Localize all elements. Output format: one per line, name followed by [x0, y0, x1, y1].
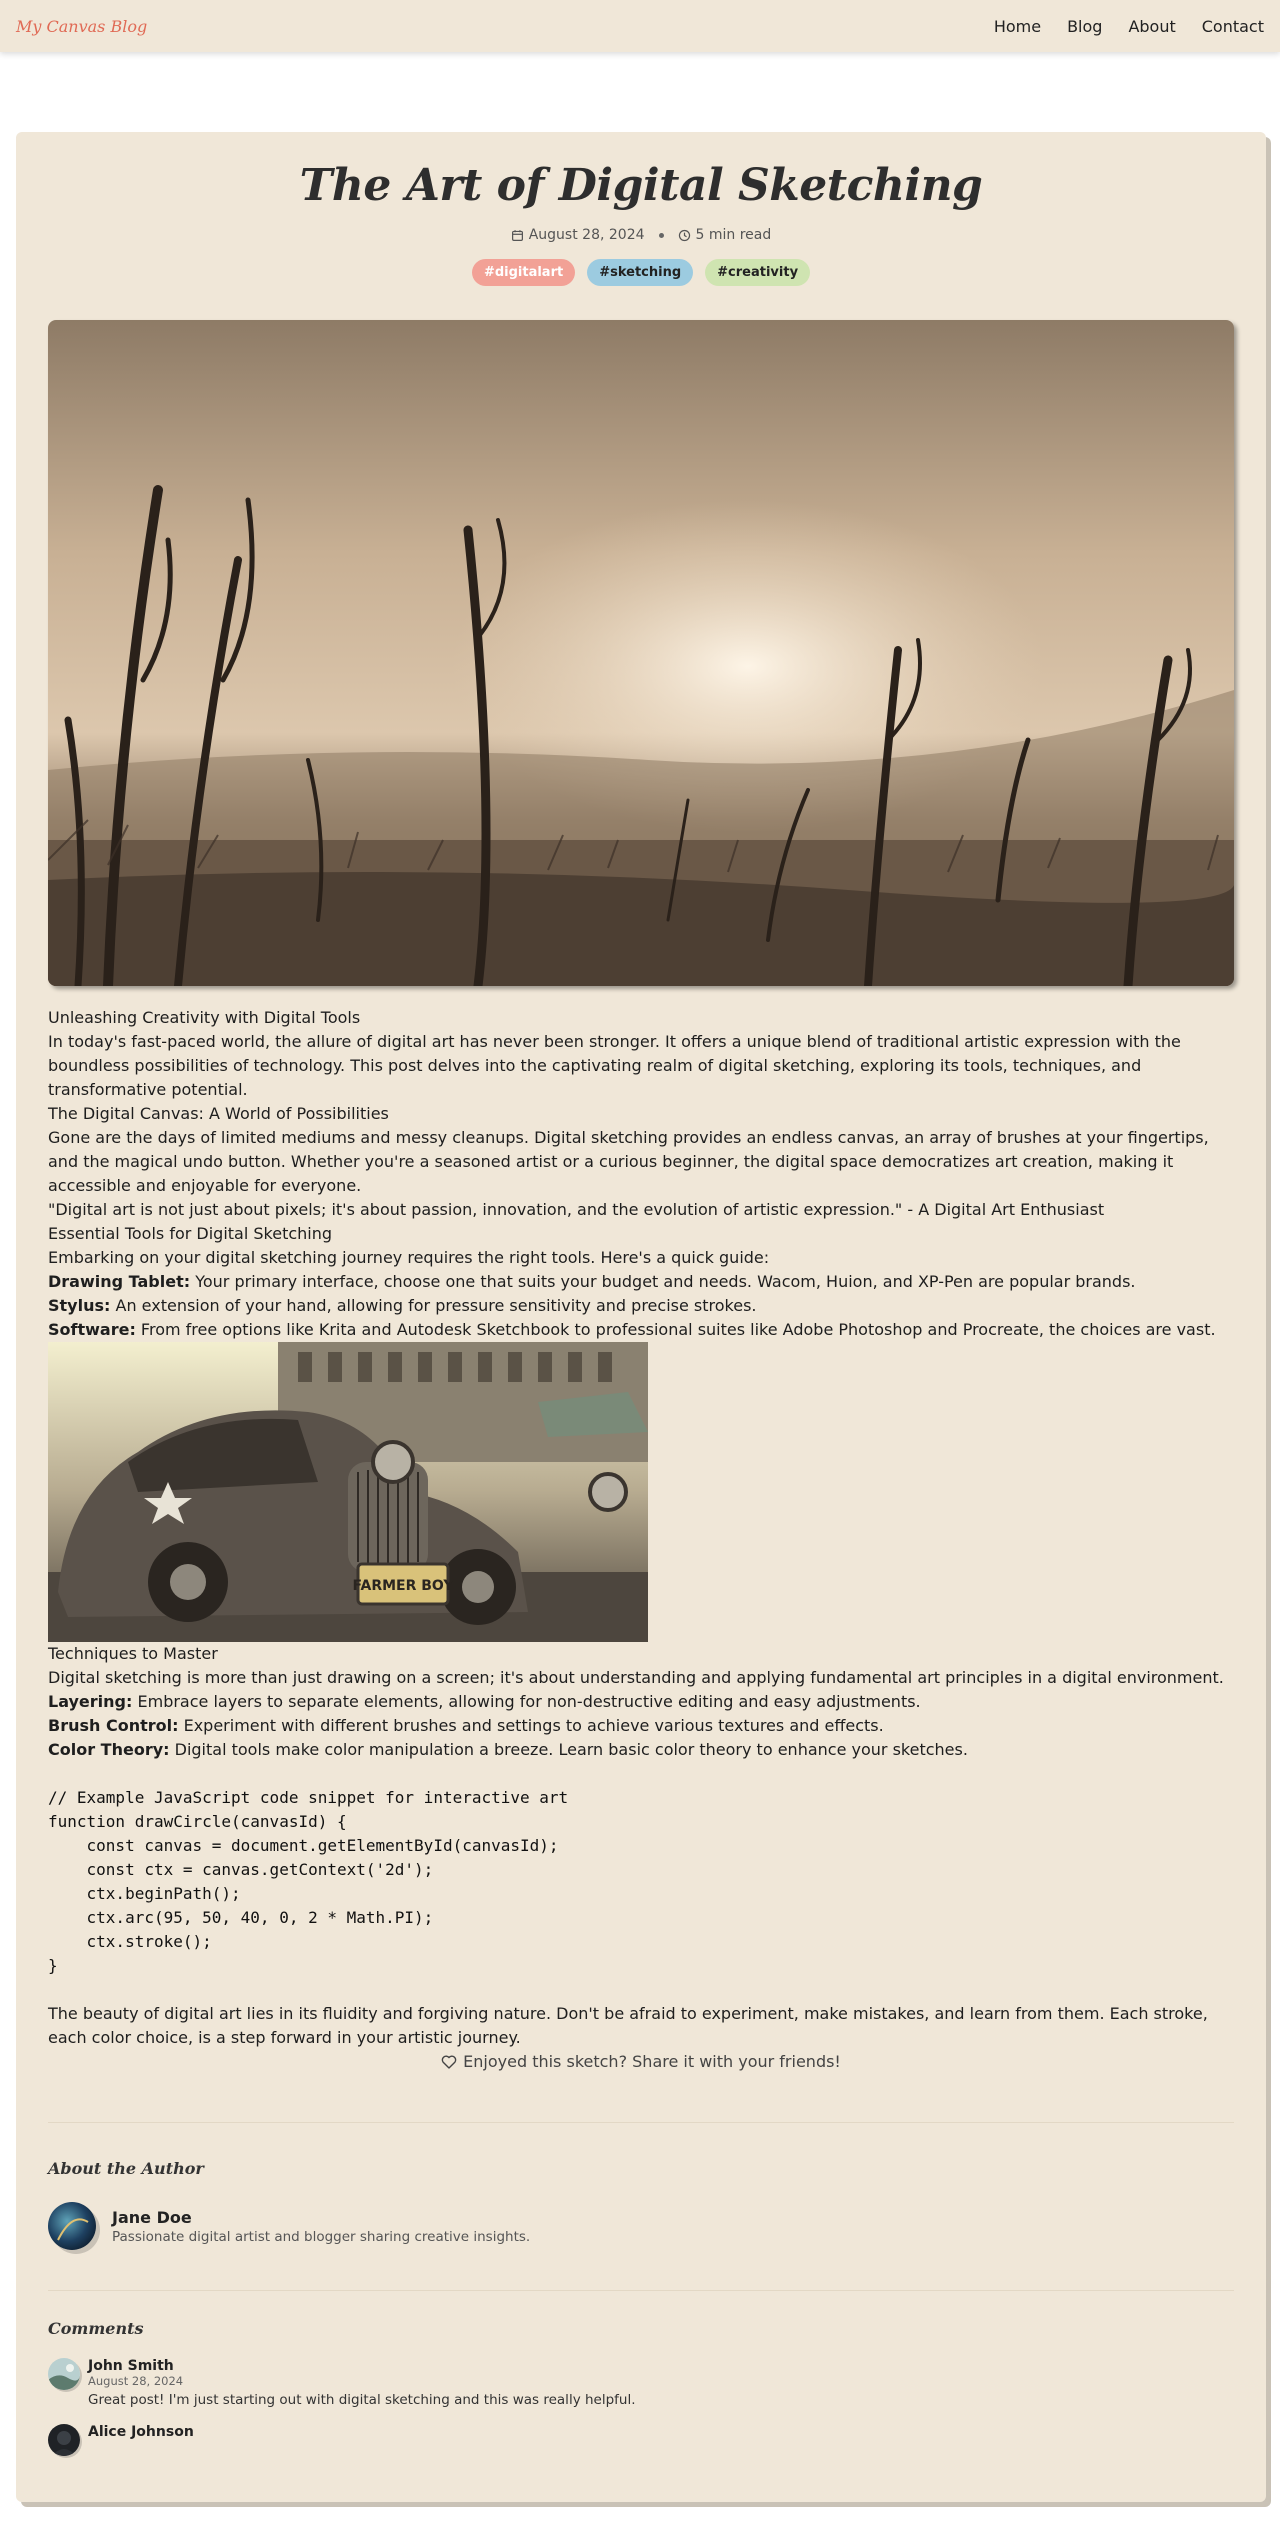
tag-sketching[interactable]: #sketching — [587, 259, 694, 286]
car-license-plate-text: FARMER BOY — [353, 1578, 455, 1594]
author-section-title: About the Author — [48, 2159, 204, 2178]
share-text: Enjoyed this sketch? Share it with your … — [463, 2052, 841, 2071]
list-item: Stylus: An extension of your hand, allow… — [48, 1294, 1234, 1318]
list-desc: Experiment with different brushes and se… — [178, 1716, 884, 1735]
list-term: Drawing Tablet: — [48, 1272, 191, 1291]
section-heading: Techniques to Master — [48, 1644, 218, 1663]
post-date-text: August 28, 2024 — [528, 227, 645, 243]
share-prompt[interactable]: Enjoyed this sketch? Share it with your … — [48, 2050, 1234, 2074]
list-desc: Digital tools make color manipulation a … — [169, 1740, 968, 1759]
divider — [48, 2290, 1234, 2291]
list-desc: An extension of your hand, allowing for … — [110, 1296, 757, 1315]
section-heading: Unleashing Creativity with Digital Tools — [48, 1008, 361, 1027]
list-item: Software: From free options like Krita a… — [48, 1318, 1234, 1342]
author-name[interactable]: Jane Doe — [112, 2208, 530, 2227]
list-item: Brush Control: Experiment with different… — [48, 1714, 1234, 1738]
heart-icon — [441, 2055, 457, 2069]
site-header: My Canvas Blog Home Blog About Contact — [0, 0, 1280, 52]
paragraph: In today's fast-paced world, the allure … — [48, 1032, 1181, 1099]
comment-author: John Smith — [88, 2358, 174, 2374]
tag-digitalart[interactable]: #digitalart — [471, 259, 576, 286]
hero-image-misty-dead-forest — [48, 320, 1234, 986]
list-term: Layering: — [48, 1692, 133, 1711]
list-desc: Embrace layers to separate elements, all… — [132, 1692, 921, 1711]
avatar — [48, 2202, 96, 2250]
tag-list: #digitalart #sketching #creativity — [48, 259, 1234, 286]
comments-section: Comments John Smith August 28, 2024 Grea… — [48, 2319, 1234, 2456]
post-date: August 28, 2024 — [511, 227, 645, 243]
avatar — [48, 2358, 80, 2390]
comment-text: Great post! I'm just starting out with d… — [88, 2392, 636, 2408]
comment-date: August 28, 2024 — [88, 2374, 184, 2388]
post-read-time: 5 min read — [678, 227, 772, 243]
nav-contact[interactable]: Contact — [1202, 17, 1264, 36]
code-block: // Example JavaScript code snippet for i… — [48, 1788, 569, 1975]
section-heading: Essential Tools for Digital Sketching — [48, 1224, 333, 1243]
post-body: Unleashing Creativity with Digital Tools… — [48, 1006, 1234, 2074]
avatar — [48, 2424, 80, 2456]
post-meta: August 28, 2024 5 min read — [48, 227, 1234, 243]
post-title: The Art of Digital Sketching — [299, 160, 983, 211]
comment-item: Alice Johnson — [48, 2424, 1234, 2456]
main-nav: Home Blog About Contact — [994, 17, 1264, 36]
author-info: Jane Doe Passionate digital artist and b… — [112, 2208, 530, 2245]
list-term: Color Theory: — [48, 1740, 170, 1759]
nav-blog[interactable]: Blog — [1067, 17, 1102, 36]
blockquote: "Digital art is not just about pixels; i… — [48, 1200, 1105, 1219]
nav-about[interactable]: About — [1128, 17, 1175, 36]
list-item: Layering: Embrace layers to separate ele… — [48, 1690, 1234, 1714]
author-bio: Passionate digital artist and blogger sh… — [112, 2228, 531, 2245]
tag-creativity[interactable]: #creativity — [705, 259, 811, 286]
divider — [48, 2122, 1234, 2123]
comment-body: John Smith August 28, 2024 Great post! I… — [88, 2358, 636, 2408]
paragraph: Embarking on your digital sketching jour… — [48, 1248, 770, 1267]
list-item: Color Theory: Digital tools make color m… — [48, 1738, 1234, 1762]
paragraph: The beauty of digital art lies in its fl… — [48, 2004, 1208, 2047]
vintage-car-image: FARMER BOY — [48, 1342, 648, 1642]
list-term: Software: — [48, 1320, 136, 1339]
list-desc: Your primary interface, choose one that … — [190, 1272, 1136, 1291]
calendar-icon — [511, 229, 523, 241]
post-card: The Art of Digital Sketching August 28, … — [16, 132, 1266, 2502]
comments-section-title: Comments — [48, 2319, 144, 2338]
list-term: Stylus: — [48, 1296, 111, 1315]
nav-home[interactable]: Home — [994, 17, 1041, 36]
paragraph: Gone are the days of limited mediums and… — [48, 1128, 1209, 1195]
comment-item: John Smith August 28, 2024 Great post! I… — [48, 2358, 1234, 2408]
brand-logo-link[interactable]: My Canvas Blog — [16, 17, 147, 36]
author-card: Jane Doe Passionate digital artist and b… — [48, 2202, 1234, 2250]
comment-body: Alice Johnson — [88, 2424, 194, 2456]
read-time-text: 5 min read — [695, 227, 772, 243]
comment-author: Alice Johnson — [88, 2424, 194, 2440]
meta-separator-dot — [658, 232, 664, 238]
list-desc: From free options like Krita and Autodes… — [135, 1320, 1216, 1339]
list-item: Drawing Tablet: Your primary interface, … — [48, 1270, 1234, 1294]
paragraph: Digital sketching is more than just draw… — [48, 1668, 1224, 1687]
list-term: Brush Control: — [48, 1716, 179, 1735]
section-heading: The Digital Canvas: A World of Possibili… — [48, 1104, 389, 1123]
clock-icon — [678, 229, 690, 241]
author-section: About the Author Jane Doe Passionate dig… — [48, 2159, 1234, 2250]
